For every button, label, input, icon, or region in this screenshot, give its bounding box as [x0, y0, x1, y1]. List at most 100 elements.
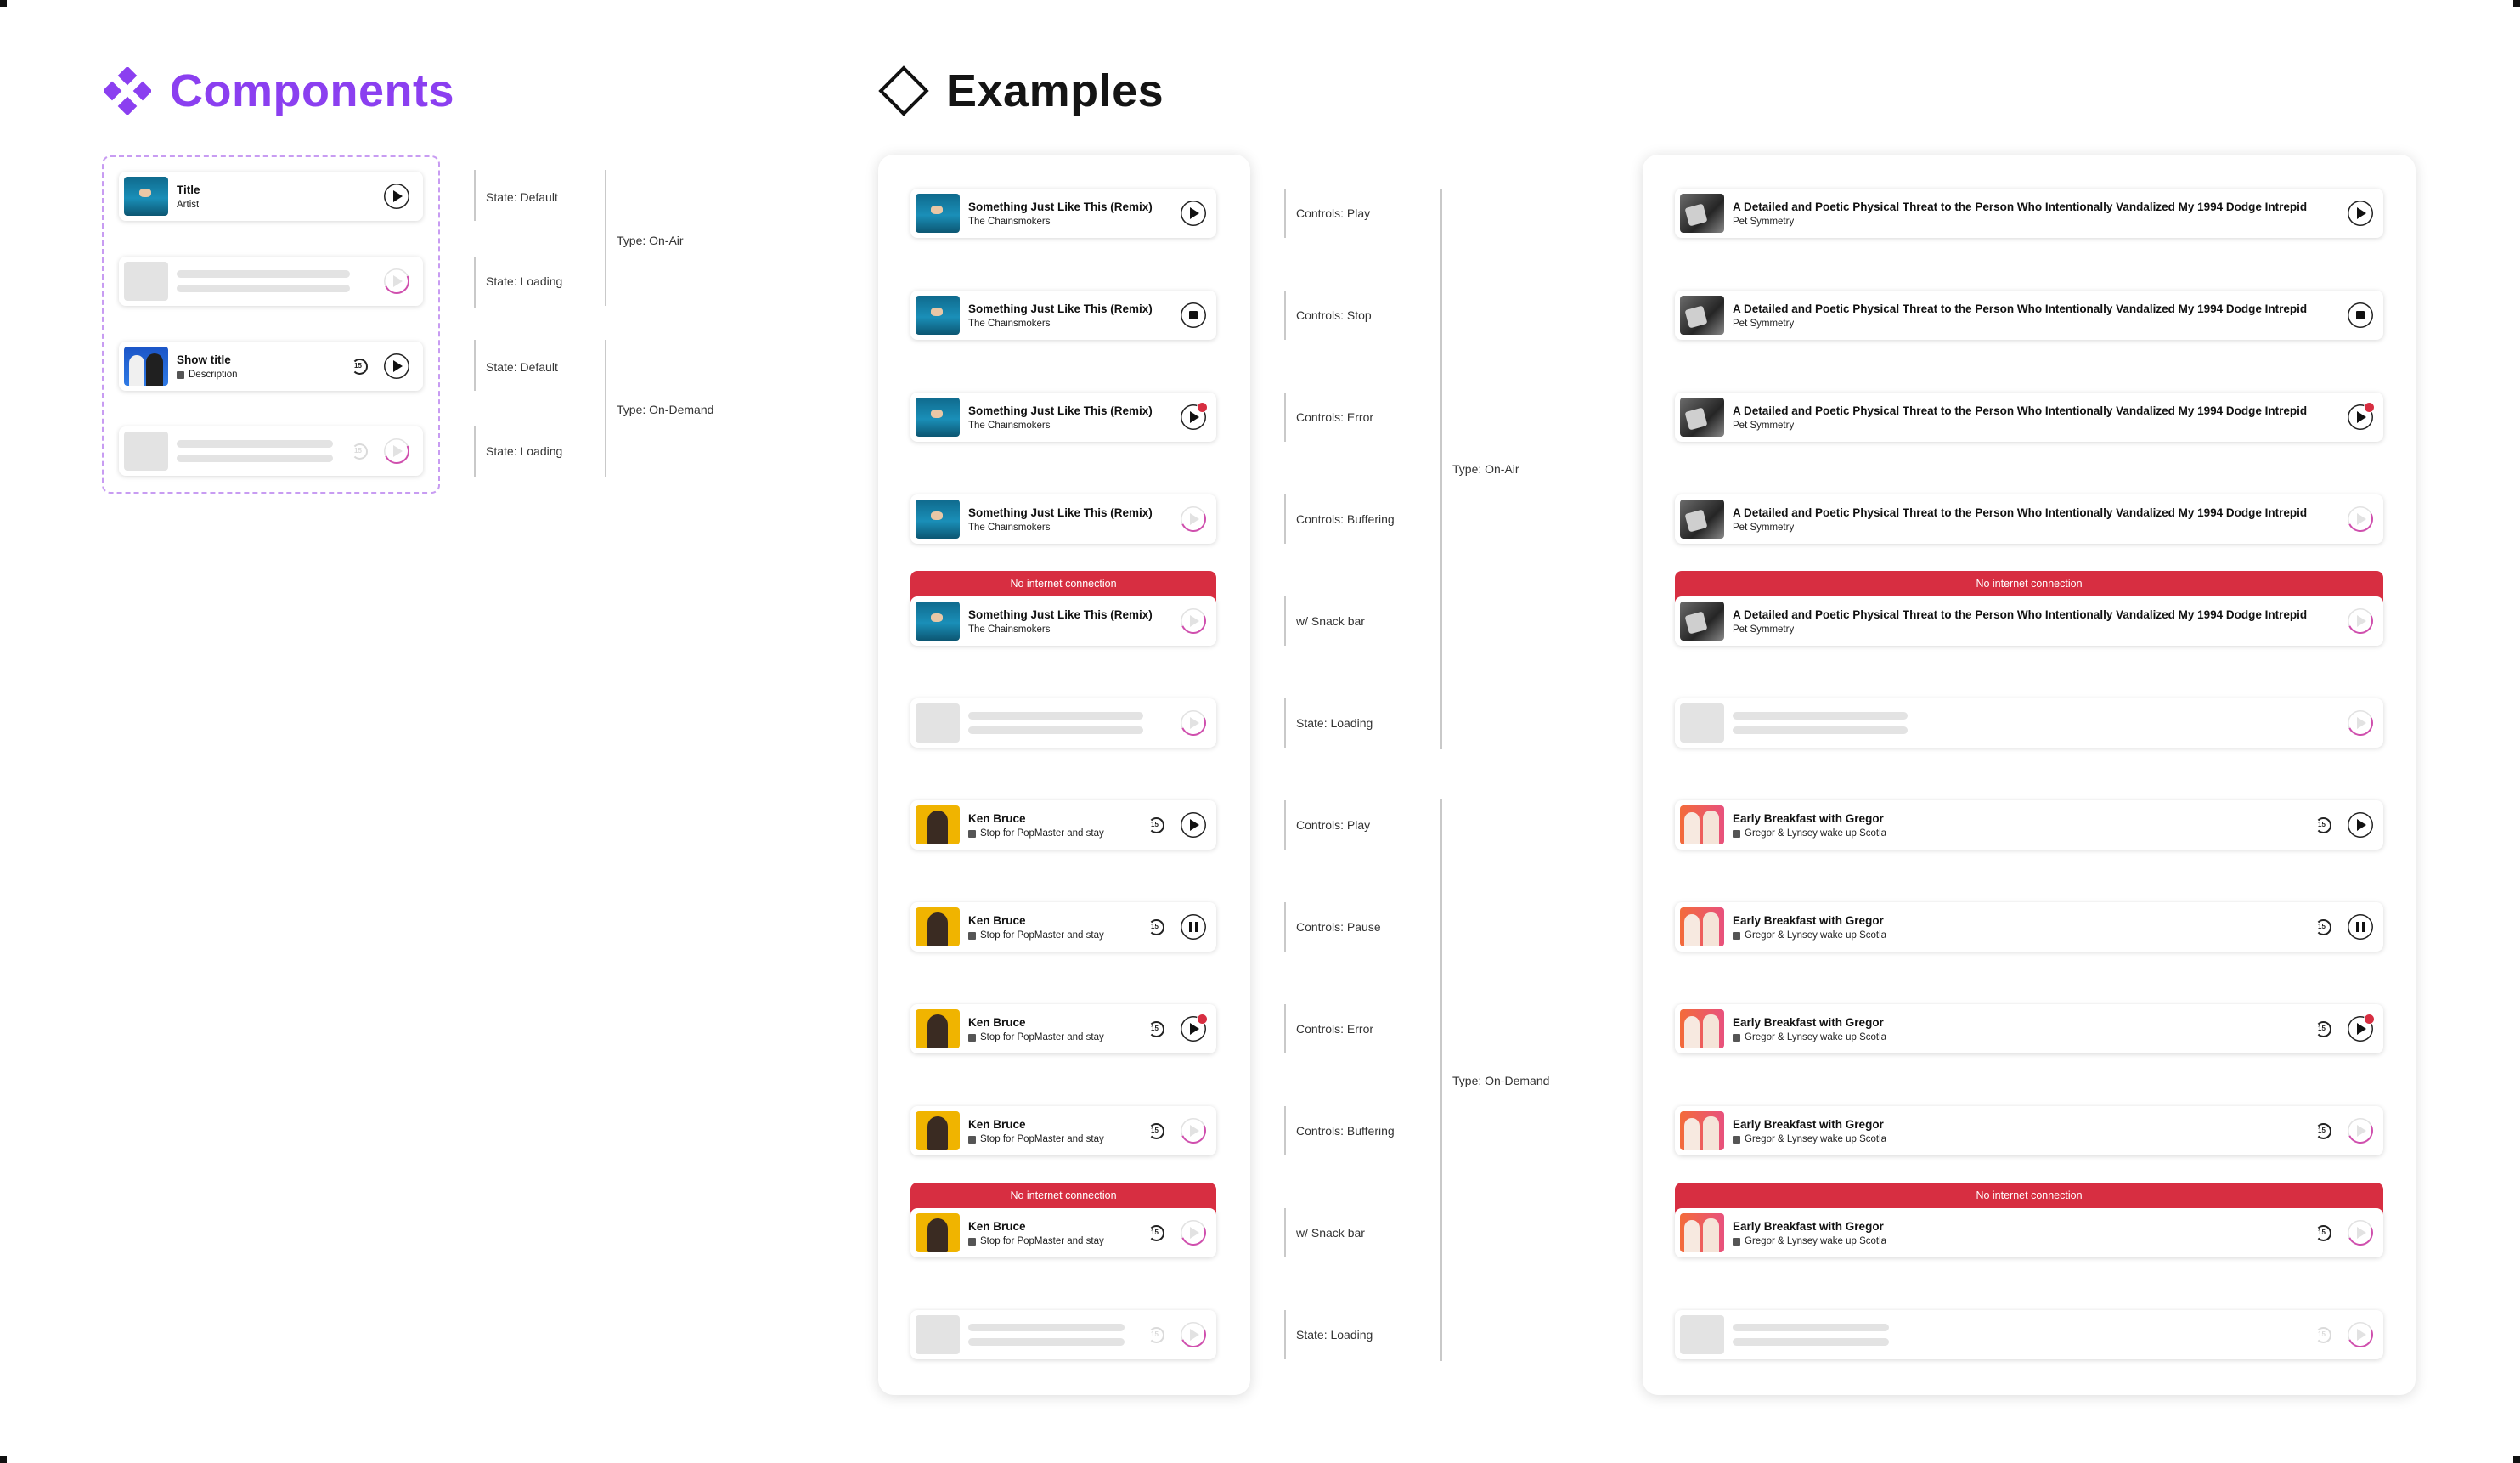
buffering-icon — [1181, 1118, 1206, 1144]
skip-back-15-icon[interactable] — [2310, 1016, 2336, 1042]
play-error-button[interactable] — [2348, 402, 2375, 430]
episode-icon — [1733, 1135, 1740, 1144]
play-button[interactable] — [2348, 812, 2373, 838]
show-description: Gregor & Lynsey wake up Scotland — [1733, 1032, 1886, 1042]
mini-player-wide-ondemand-play[interactable]: Early Breakfast with Gregor Gregor & Lyn… — [1675, 800, 2383, 850]
play-button[interactable] — [1181, 812, 1206, 838]
track-artist: Pet Symmetry — [1733, 624, 1795, 635]
mini-player-wide-ondemand-snackbar[interactable]: No internet connection Early Breakfast w… — [1675, 1183, 2383, 1257]
play-button[interactable] — [384, 184, 409, 209]
play-button[interactable] — [2348, 201, 2373, 226]
skip-back-15-icon[interactable] — [2310, 812, 2336, 838]
stop-button[interactable] — [2348, 302, 2373, 328]
buffering-icon — [2348, 1118, 2373, 1144]
divider — [605, 170, 606, 306]
episode-icon — [968, 931, 976, 940]
skip-back-15-icon[interactable] — [1143, 1118, 1169, 1144]
pause-button[interactable] — [2348, 914, 2373, 940]
mini-player-wide-ondemand-buffering[interactable]: Early Breakfast with Gregor Gregor & Lyn… — [1675, 1106, 2383, 1155]
skeleton-line — [968, 1338, 1125, 1346]
components-heading: Components — [104, 65, 454, 117]
show-artwork — [1680, 1213, 1724, 1252]
pause-button[interactable] — [1181, 914, 1206, 940]
play-error-button[interactable] — [2348, 1014, 2375, 1042]
mini-player-onair-play[interactable]: Something Just Like This (Remix) The Cha… — [910, 189, 1216, 238]
mini-player-wide-onair-stop[interactable]: A Detailed and Poetic Physical Threat to… — [1675, 291, 2383, 340]
mini-player-onair-buffering[interactable]: Something Just Like This (Remix) The Cha… — [910, 494, 1216, 544]
episode-icon — [1733, 1033, 1740, 1042]
album-artwork — [916, 194, 960, 233]
mini-player-ondemand-snackbar[interactable]: No internet connection Ken Bruce Stop fo… — [910, 1183, 1216, 1257]
episode-icon — [1733, 931, 1740, 940]
track-title: Something Just Like This (Remix) — [968, 608, 1153, 621]
skip-back-15-icon[interactable] — [2310, 914, 2336, 940]
skip-back-15-icon[interactable] — [2310, 1220, 2336, 1246]
buffering-icon — [1181, 506, 1206, 532]
corner-mark — [0, 0, 7, 7]
skip-back-15-icon[interactable] — [1143, 1220, 1169, 1246]
mini-player-onair-stop[interactable]: Something Just Like This (Remix) The Cha… — [910, 291, 1216, 340]
mini-player-ondemand-error[interactable]: Ken Bruce Stop for PopMaster and stay — [910, 1004, 1216, 1053]
mini-player-wide-ondemand-pause[interactable]: Early Breakfast with Gregor Gregor & Lyn… — [1675, 902, 2383, 952]
mini-player-wide-ondemand-error[interactable]: Early Breakfast with Gregor Gregor & Lyn… — [1675, 1004, 2383, 1053]
skip-back-15-icon[interactable] — [1143, 914, 1169, 940]
show-artwork — [916, 805, 960, 844]
label-controls-stop: Controls: Stop — [1296, 308, 1372, 322]
examples-title: Examples — [946, 65, 1164, 116]
skip-back-15-icon — [1143, 1322, 1169, 1347]
divider — [474, 170, 476, 221]
album-artwork — [1680, 500, 1724, 539]
buffering-icon — [384, 438, 409, 464]
skeleton-artwork — [124, 262, 168, 301]
mini-player-onair-error[interactable]: Something Just Like This (Remix) The Cha… — [910, 393, 1216, 442]
mini-player-wide-onair-play[interactable]: A Detailed and Poetic Physical Threat to… — [1675, 189, 2383, 238]
mini-player-ondemand-buffering[interactable]: Ken Bruce Stop for PopMaster and stay — [910, 1106, 1216, 1155]
mini-player-ondemand-play[interactable]: Ken Bruce Stop for PopMaster and stay — [910, 800, 1216, 850]
skip-back-15-icon[interactable] — [1143, 1016, 1169, 1042]
label-state-default: State: Default — [486, 190, 558, 204]
skip-back-15-icon[interactable] — [2310, 1118, 2336, 1144]
label-type-ondemand: Type: On-Demand — [1452, 1074, 1550, 1087]
mini-player-wide-onair-buffering[interactable]: A Detailed and Poetic Physical Threat to… — [1675, 494, 2383, 544]
album-artwork — [916, 398, 960, 437]
buffering-icon — [1181, 1322, 1206, 1347]
play-error-button[interactable] — [1181, 1014, 1208, 1042]
show-description: Stop for PopMaster and stay — [968, 930, 1121, 940]
mini-player-onair-snackbar[interactable]: No internet connection Something Just Li… — [910, 571, 1216, 646]
components-title: Components — [170, 65, 454, 116]
mini-player-onair-default[interactable]: Title Artist — [119, 172, 423, 221]
show-description: Gregor & Lynsey wake up Scotland — [1733, 1236, 1886, 1246]
mini-player-ondemand-pause[interactable]: Ken Bruce Stop for PopMaster and stay — [910, 902, 1216, 952]
show-description: Gregor & Lynsey wake up Scotland — [1733, 930, 1886, 940]
mini-player-wide-ondemand-loading — [1675, 1310, 2383, 1359]
stop-button[interactable] — [1181, 302, 1206, 328]
examples-heading: Examples — [878, 65, 1164, 117]
label-type-ondemand: Type: On-Demand — [617, 403, 714, 416]
show-artwork — [1680, 907, 1724, 946]
components-icon — [104, 67, 151, 115]
mini-player-ondemand-default[interactable]: Show title Description — [119, 342, 423, 391]
mini-player-wide-onair-snackbar[interactable]: No internet connection A Detailed and Po… — [1675, 571, 2383, 646]
play-button[interactable] — [384, 353, 409, 379]
track-title: A Detailed and Poetic Physical Threat to… — [1733, 506, 2308, 519]
play-error-button[interactable] — [1181, 402, 1208, 430]
track-artist: Pet Symmetry — [1733, 522, 1795, 533]
skip-back-15-icon — [347, 438, 372, 464]
track-artist: Pet Symmetry — [1733, 319, 1795, 329]
show-artwork — [1680, 1111, 1724, 1150]
show-title: Ken Bruce — [968, 1220, 1026, 1233]
show-description: Stop for PopMaster and stay — [968, 1134, 1121, 1144]
label-controls-error: Controls: Error — [1296, 410, 1374, 424]
skip-back-15-icon[interactable] — [1143, 812, 1169, 838]
label-state-loading: State: Loading — [1296, 716, 1373, 730]
album-artwork — [1680, 602, 1724, 641]
show-title: Early Breakfast with Gregor — [1733, 1220, 1884, 1233]
episode-icon — [968, 1033, 976, 1042]
divider — [1284, 902, 1286, 952]
label-state-loading: State: Loading — [1296, 1328, 1373, 1342]
skip-back-15-icon[interactable] — [347, 353, 372, 379]
mini-player-wide-onair-error[interactable]: A Detailed and Poetic Physical Threat to… — [1675, 393, 2383, 442]
skeleton-line — [968, 712, 1143, 720]
label-controls-play: Controls: Play — [1296, 206, 1371, 220]
play-button[interactable] — [1181, 201, 1206, 226]
